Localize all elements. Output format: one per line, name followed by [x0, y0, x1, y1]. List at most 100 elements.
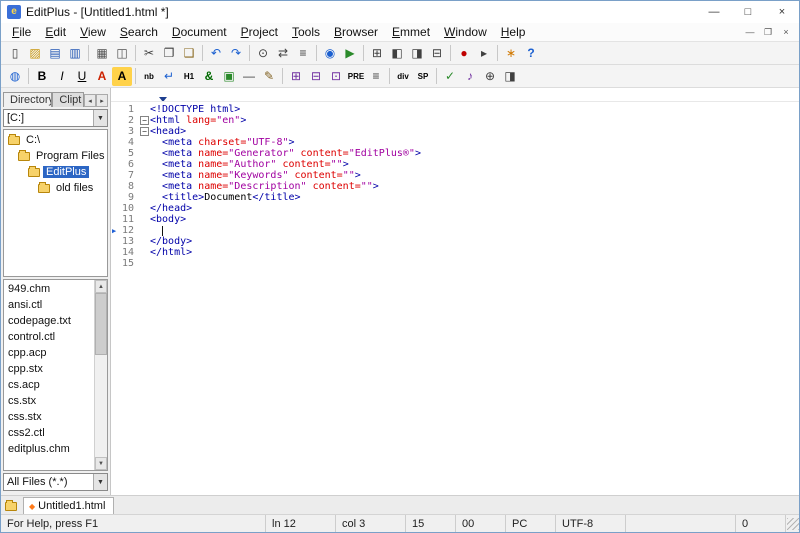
- fold-collapse-icon[interactable]: −: [140, 127, 149, 136]
- minimize-button[interactable]: —: [697, 1, 731, 23]
- anchor-icon[interactable]: &: [199, 67, 219, 86]
- browser-preview-icon[interactable]: ◍: [5, 67, 25, 86]
- scrollbar-track[interactable]: [95, 293, 107, 457]
- menu-project[interactable]: Project: [234, 24, 285, 40]
- document-tab-untitled1[interactable]: ◆ Untitled1.html: [23, 497, 114, 514]
- highlight-icon[interactable]: A: [112, 67, 132, 86]
- view-in-browser-icon[interactable]: ▶: [340, 44, 360, 63]
- font-color-icon[interactable]: A: [92, 67, 112, 86]
- div-icon[interactable]: div: [393, 67, 413, 86]
- file-item-949-chm[interactable]: 949.chm: [4, 281, 94, 297]
- tab-cliptext[interactable]: Clipt: [52, 92, 84, 107]
- pre-icon[interactable]: PRE: [346, 67, 366, 86]
- save-icon[interactable]: ▤: [45, 44, 65, 63]
- file-list-scrollbar[interactable]: ▲ ▼: [94, 280, 107, 470]
- file-item-cs-stx[interactable]: cs.stx: [4, 393, 94, 409]
- file-item-control-ctl[interactable]: control.ctl: [4, 329, 94, 345]
- syntax-check-icon[interactable]: ✓: [440, 67, 460, 86]
- browser-window-icon[interactable]: ◉: [320, 44, 340, 63]
- menu-emmet[interactable]: Emmet: [385, 24, 437, 40]
- close-button[interactable]: ×: [765, 1, 799, 23]
- menu-browser[interactable]: Browser: [327, 24, 385, 40]
- save-all-icon[interactable]: ▥: [65, 44, 85, 63]
- record-macro-icon[interactable]: ●: [454, 44, 474, 63]
- print-preview-icon[interactable]: ◫: [112, 44, 132, 63]
- media-icon[interactable]: ◨: [500, 67, 520, 86]
- underline-icon[interactable]: U: [72, 67, 92, 86]
- tab-directory[interactable]: Directory: [3, 92, 52, 107]
- replace-icon[interactable]: ⇄: [273, 44, 293, 63]
- open-file-icon[interactable]: ▨: [25, 44, 45, 63]
- find-in-files-icon[interactable]: ≡: [293, 44, 313, 63]
- table-row-icon[interactable]: ⊟: [306, 67, 326, 86]
- drive-selector[interactable]: [C:] ▼: [3, 109, 108, 127]
- child-close-button[interactable]: ×: [777, 27, 795, 38]
- span-icon[interactable]: SP: [413, 67, 433, 86]
- file-filter-selector[interactable]: All Files (*.*) ▼: [3, 473, 108, 491]
- tab-scroll-right-button[interactable]: ▸: [96, 94, 108, 107]
- tree-item-c[interactable]: C:\: [4, 132, 107, 148]
- child-restore-button[interactable]: ❐: [759, 27, 777, 38]
- tree-item-editplus[interactable]: EditPlus: [4, 164, 107, 180]
- fullscreen-icon[interactable]: ⊞: [367, 44, 387, 63]
- edit-tag-icon[interactable]: ✎: [259, 67, 279, 86]
- help-icon[interactable]: ?: [521, 44, 541, 63]
- scroll-up-icon[interactable]: ▲: [95, 280, 107, 293]
- print-icon[interactable]: ▦: [92, 44, 112, 63]
- menu-search[interactable]: Search: [113, 24, 165, 40]
- scroll-down-icon[interactable]: ▼: [95, 457, 107, 470]
- maximize-button[interactable]: □: [731, 1, 765, 23]
- fold-collapse-icon[interactable]: −: [140, 116, 149, 125]
- menu-view[interactable]: View: [73, 24, 113, 40]
- paste-icon[interactable]: ❑: [179, 44, 199, 63]
- menu-window[interactable]: Window: [437, 24, 494, 40]
- menu-tools[interactable]: Tools: [285, 24, 327, 40]
- file-item-css-stx[interactable]: css.stx: [4, 409, 94, 425]
- chevron-down-icon[interactable]: ▼: [93, 474, 107, 490]
- output-window-icon[interactable]: ⊟: [427, 44, 447, 63]
- tree-item-old-files[interactable]: old files: [4, 180, 107, 196]
- redo-icon[interactable]: ↷: [226, 44, 246, 63]
- file-item-cpp-stx[interactable]: cpp.stx: [4, 361, 94, 377]
- table-cell-icon[interactable]: ⊡: [326, 67, 346, 86]
- file-item-editplus-chm[interactable]: editplus.chm: [4, 441, 94, 457]
- image-icon[interactable]: ▣: [219, 67, 239, 86]
- nbsp-icon[interactable]: nb: [139, 67, 159, 86]
- play-macro-icon[interactable]: ▸: [474, 44, 494, 63]
- tree-item-program-files[interactable]: Program Files: [4, 148, 107, 164]
- undo-icon[interactable]: ↶: [206, 44, 226, 63]
- line-break-icon[interactable]: ↵: [159, 67, 179, 86]
- file-item-cpp-acp[interactable]: cpp.acp: [4, 345, 94, 361]
- child-minimize-button[interactable]: —: [741, 27, 759, 38]
- table-icon[interactable]: ⊞: [286, 67, 306, 86]
- cliptext-window-icon[interactable]: ◨: [407, 44, 427, 63]
- object-icon[interactable]: ⊕: [480, 67, 500, 86]
- bold-icon[interactable]: B: [32, 67, 52, 86]
- file-item-codepage-txt[interactable]: codepage.txt: [4, 313, 94, 329]
- file-item-css2-ctl[interactable]: css2.ctl: [4, 425, 94, 441]
- cut-icon[interactable]: ✂: [139, 44, 159, 63]
- tab-scroll-left-button[interactable]: ◂: [84, 94, 96, 107]
- hr-icon[interactable]: —: [239, 67, 259, 86]
- italic-icon[interactable]: I: [52, 67, 72, 86]
- file-item-cs-acp[interactable]: cs.acp: [4, 377, 94, 393]
- menu-edit[interactable]: Edit: [38, 24, 73, 40]
- find-icon[interactable]: ⊙: [253, 44, 273, 63]
- scrollbar-thumb[interactable]: [95, 293, 107, 355]
- user-tools-icon[interactable]: ∗: [501, 44, 521, 63]
- menu-file[interactable]: File: [5, 24, 38, 40]
- code-editor[interactable]: 1<!DOCTYPE html>2−<html lang="en">3−<hea…: [111, 102, 799, 495]
- resize-grip[interactable]: [787, 518, 799, 530]
- heading-icon[interactable]: H1: [179, 67, 199, 86]
- file-item-ansi-ctl[interactable]: ansi.ctl: [4, 297, 94, 313]
- script-icon[interactable]: ♪: [460, 67, 480, 86]
- tab-list-button[interactable]: [5, 502, 20, 511]
- menu-document[interactable]: Document: [165, 24, 234, 40]
- code-line-text: <body>: [150, 214, 186, 225]
- new-document-icon[interactable]: ▯: [5, 44, 25, 63]
- directory-window-icon[interactable]: ◧: [387, 44, 407, 63]
- menu-help[interactable]: Help: [494, 24, 533, 40]
- list-icon[interactable]: ≡: [366, 67, 386, 86]
- copy-icon[interactable]: ❐: [159, 44, 179, 63]
- chevron-down-icon[interactable]: ▼: [93, 110, 107, 126]
